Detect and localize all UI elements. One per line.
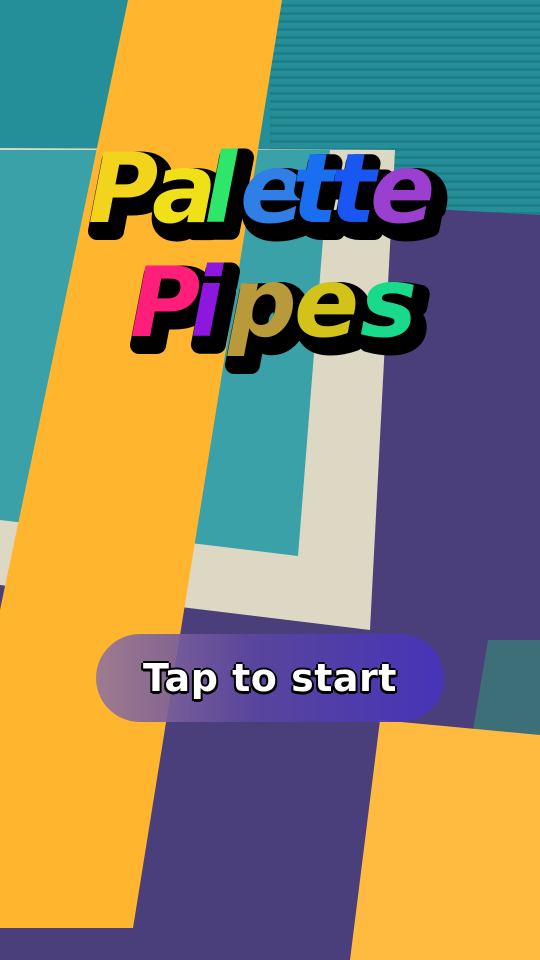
- logo-letter: i: [190, 247, 224, 359]
- logo-letter: e: [294, 247, 359, 359]
- logo-letter: s: [360, 247, 417, 359]
- title-screen: PPaalleettttee PPiippeess Tap to start: [0, 0, 540, 960]
- logo-letter: p: [227, 247, 297, 359]
- game-logo: PP aall eett tt ee PPii pp ee ss: [86, 133, 451, 377]
- tap-to-start-label: Tap to start: [143, 656, 397, 700]
- logo-letter: P: [88, 133, 158, 245]
- tap-to-start-button[interactable]: Tap to start: [96, 634, 444, 722]
- logo-letter: e: [370, 133, 435, 245]
- orange-corner-paper: [350, 720, 540, 960]
- logo-letter: l: [204, 133, 238, 245]
- logo-line-1: PP aall eett tt ee: [86, 133, 451, 263]
- logo-line-2: PPii pp ee ss: [128, 247, 433, 377]
